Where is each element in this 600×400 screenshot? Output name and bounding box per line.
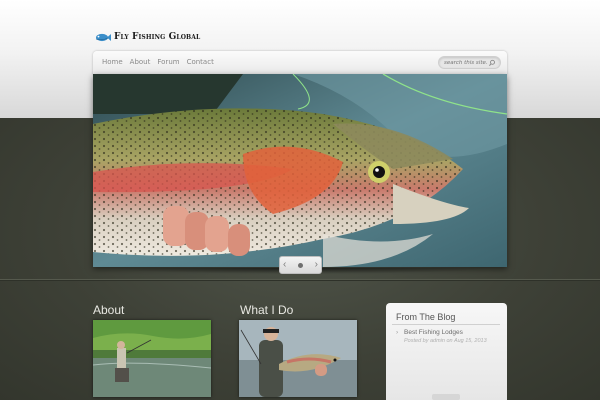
search-icon[interactable] xyxy=(488,59,496,67)
section-divider xyxy=(0,279,600,280)
what-i-do-heading: What I Do xyxy=(240,303,294,317)
chevron-right-icon[interactable]: › xyxy=(315,260,318,270)
blog-title-divider xyxy=(392,324,500,325)
from-the-blog-widget: From The Blog › Best Fishing Lodges Post… xyxy=(386,303,507,400)
about-heading: About xyxy=(93,303,125,317)
chevron-left-icon[interactable]: ‹ xyxy=(283,260,286,270)
site-title: Fly Fishing Global xyxy=(114,32,201,42)
search-box xyxy=(438,56,501,69)
blog-post-link[interactable]: Best Fishing Lodges xyxy=(404,329,463,336)
chevron-right-icon: › xyxy=(396,329,399,336)
search-input[interactable] xyxy=(444,57,488,68)
blog-scroll-tab[interactable] xyxy=(432,394,460,400)
nav-item-home[interactable]: Home xyxy=(102,58,123,66)
blog-widget-title: From The Blog xyxy=(396,312,456,322)
nav-item-about[interactable]: About xyxy=(130,58,151,66)
trout-photo xyxy=(93,74,507,267)
angler-holding-trout-photo xyxy=(239,320,357,397)
site-logo[interactable]: Fly Fishing Global xyxy=(94,29,200,45)
slide-indicator-dot[interactable] xyxy=(298,262,303,268)
nav-menu: Home About Forum Contact xyxy=(102,58,221,66)
fish-icon xyxy=(95,33,111,41)
about-image[interactable] xyxy=(93,320,211,397)
nav-item-contact[interactable]: Contact xyxy=(187,58,214,66)
hero-slider-image[interactable] xyxy=(93,74,507,267)
blog-post-meta: Posted by admin on Aug 15, 2013 xyxy=(404,338,487,344)
nav-item-forum[interactable]: Forum xyxy=(157,58,179,66)
fisherman-in-river-photo xyxy=(93,320,211,397)
main-navbar: Home About Forum Contact xyxy=(93,51,507,75)
slider-controls: ‹ › xyxy=(279,256,322,274)
what-i-do-image[interactable] xyxy=(239,320,357,397)
